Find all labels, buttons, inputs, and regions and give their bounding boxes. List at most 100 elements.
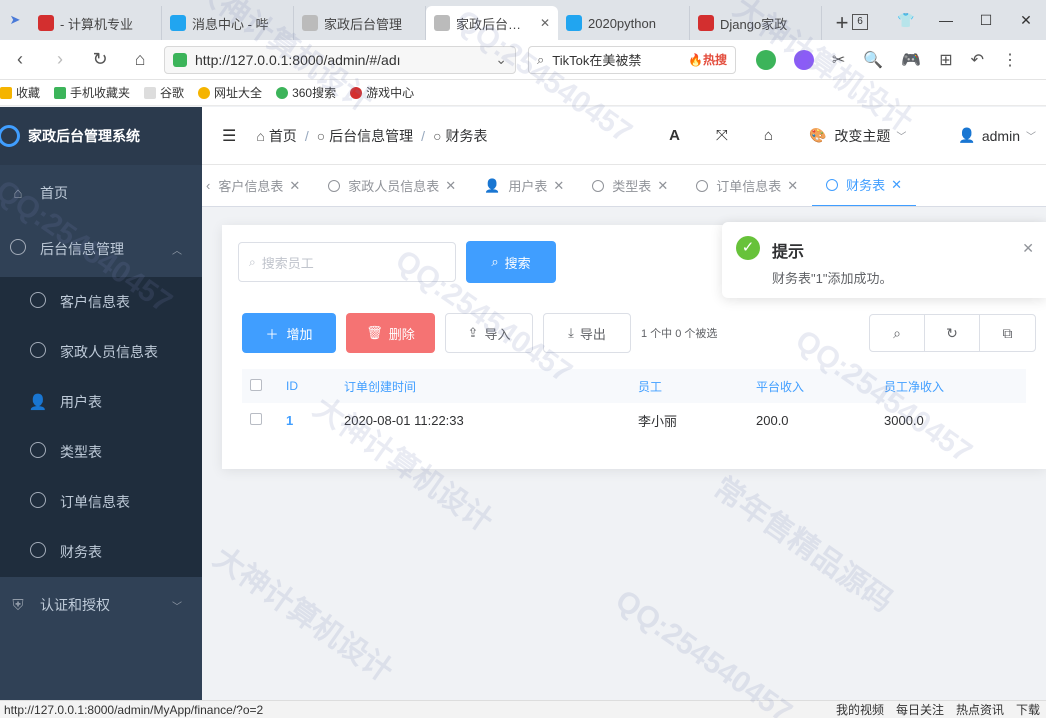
- bookmark-item[interactable]: 游戏中心: [350, 84, 414, 101]
- bookmark-item[interactable]: 360搜索: [276, 84, 336, 101]
- col-id[interactable]: ID: [278, 369, 336, 403]
- font-size-icon[interactable]: A: [669, 127, 680, 144]
- minimize-icon[interactable]: —: [926, 12, 966, 28]
- shield-icon: ⛨: [12, 596, 24, 614]
- browser-nav-icon[interactable]: ➤: [0, 0, 30, 40]
- breadcrumb-group: 后台信息管理: [329, 127, 414, 144]
- user-menu[interactable]: 👤 admin ﹀: [958, 127, 1036, 144]
- chevron-down-icon: ﹀: [896, 132, 907, 143]
- browser-search-input[interactable]: ⌕ TikTok在美被禁 🔥热搜: [528, 45, 736, 74]
- select-all-checkbox[interactable]: [242, 369, 278, 403]
- close-tab-icon[interactable]: ✕: [540, 16, 550, 30]
- add-button[interactable]: ＋增加: [242, 313, 336, 353]
- forward-icon[interactable]: ›: [40, 49, 80, 70]
- fullscreen-icon[interactable]: ⤧: [716, 127, 728, 144]
- status-video[interactable]: 我的视频: [836, 701, 884, 718]
- browser-tab[interactable]: - 计算机专业: [30, 6, 162, 40]
- tag-staff[interactable]: 家政人员信息表 ✕: [314, 165, 470, 206]
- success-notification: ✓ 提示 财务表"1"添加成功。 ✕: [722, 222, 1046, 298]
- row-id-link[interactable]: 1: [286, 413, 293, 428]
- status-follow[interactable]: 每日关注: [896, 701, 944, 718]
- browser-tab[interactable]: 消息中心 - 哔: [162, 6, 294, 40]
- table-tools: ⌕ ↻ ⧉: [869, 314, 1036, 352]
- sidebar-item-home[interactable]: ⌂ 首页: [0, 165, 202, 221]
- tag-users[interactable]: 👤 用户表 ✕: [470, 165, 578, 206]
- sidebar-item-orders[interactable]: 订单信息表: [0, 477, 202, 527]
- col-platform[interactable]: 平台收入: [748, 369, 876, 403]
- chevron-down-icon[interactable]: ⌄: [495, 51, 507, 68]
- close-icon[interactable]: ✕: [289, 178, 300, 194]
- close-icon[interactable]: ✕: [657, 178, 668, 194]
- search-input[interactable]: ⌕ 搜索员工: [238, 242, 456, 282]
- circle-icon: [28, 442, 48, 462]
- col-net[interactable]: 员工净收入: [876, 369, 1026, 403]
- trash-icon: 🗑: [366, 325, 383, 340]
- sidebar-item-customers[interactable]: 客户信息表: [0, 277, 202, 327]
- home-icon[interactable]: ⌂: [764, 127, 773, 144]
- search-button[interactable]: ⌕ 搜索: [466, 241, 556, 283]
- home-icon[interactable]: ⌂: [120, 49, 160, 70]
- tag-types[interactable]: 类型表 ✕: [578, 165, 682, 206]
- apps-grid-icon[interactable]: ⊞: [939, 50, 952, 70]
- close-icon[interactable]: ✕: [891, 177, 902, 193]
- undo-icon[interactable]: ↶: [971, 50, 984, 70]
- row-time: 2020-08-01 11:22:33: [344, 412, 464, 428]
- scissors-icon[interactable]: ✂: [832, 50, 845, 70]
- refresh-icon[interactable]: ↻: [925, 315, 980, 351]
- col-staff[interactable]: 员工: [630, 369, 748, 403]
- more-icon[interactable]: ⋮: [1002, 50, 1018, 70]
- browser-tab[interactable]: Django家政: [690, 6, 822, 40]
- theme-switcher[interactable]: 🎨 改变主题 ﹀: [809, 126, 906, 146]
- tag-customers[interactable]: ‹ 客户信息表 ✕: [202, 165, 314, 206]
- shirt-icon[interactable]: 👕: [886, 12, 926, 29]
- sidebar-item-types[interactable]: 类型表: [0, 427, 202, 477]
- status-bar: http://127.0.0.1:8000/admin/MyApp/financ…: [0, 700, 1046, 718]
- browser-tab[interactable]: 家政后台管理: [294, 6, 426, 40]
- sidebar-item-users[interactable]: 👤 用户表: [0, 377, 202, 427]
- export-button[interactable]: ⤓ 导出: [543, 313, 631, 353]
- col-time[interactable]: 订单创建时间: [336, 369, 630, 403]
- bookmarks-bar: 收藏 手机收藏夹 谷歌 网址大全 360搜索 游戏中心: [0, 80, 1046, 106]
- tab-count-badge[interactable]: 6: [846, 11, 886, 30]
- search-icon: ⌕: [249, 254, 256, 269]
- close-window-icon[interactable]: ✕: [1006, 12, 1046, 29]
- hamburger-icon[interactable]: ☰: [222, 126, 236, 146]
- sidebar-group-auth[interactable]: ⛨ 认证和授权 ﹀: [0, 577, 202, 633]
- close-icon[interactable]: ✕: [1022, 240, 1034, 257]
- sidebar-item-finance[interactable]: 财务表: [0, 527, 202, 577]
- browser-tab-active[interactable]: 家政后台管理 ✕: [426, 6, 558, 40]
- bookmark-item[interactable]: 网址大全: [198, 84, 262, 101]
- close-icon[interactable]: ✕: [445, 178, 456, 194]
- url-input[interactable]: http://127.0.0.1:8000/admin/#/adı ⌄: [164, 45, 516, 74]
- bookmark-item[interactable]: 收藏: [0, 84, 40, 101]
- import-button[interactable]: ⇪ 导入: [445, 313, 533, 353]
- columns-icon[interactable]: ⧉: [980, 315, 1035, 351]
- breadcrumb-home[interactable]: 首页: [269, 126, 297, 146]
- game-icon[interactable]: 🎮: [901, 50, 921, 70]
- bookmark-item[interactable]: 手机收藏夹: [54, 84, 130, 101]
- search-icon[interactable]: ⌕: [870, 315, 925, 351]
- selection-count: 1 个中 0 个被选: [641, 328, 718, 340]
- magnifier-icon[interactable]: 🔍: [863, 50, 883, 70]
- reload-icon[interactable]: ↻: [80, 49, 120, 70]
- delete-button[interactable]: 🗑 删除: [346, 313, 435, 353]
- bookmark-item[interactable]: 谷歌: [144, 84, 184, 101]
- back-icon[interactable]: ‹: [0, 49, 40, 70]
- user-icon: 👤: [958, 127, 976, 143]
- sidebar-item-staff[interactable]: 家政人员信息表: [0, 327, 202, 377]
- sidebar-group-backend[interactable]: 后台信息管理 ︿: [0, 221, 202, 277]
- tag-finance[interactable]: 财务表 ✕: [812, 165, 917, 206]
- translate-icon[interactable]: [794, 49, 814, 70]
- maximize-icon[interactable]: ☐: [966, 12, 1006, 29]
- check-circle-icon: ✓: [736, 236, 760, 260]
- tab-favicon: [38, 15, 54, 31]
- close-icon[interactable]: ✕: [553, 178, 564, 194]
- status-news[interactable]: 热点资讯: [956, 701, 1004, 718]
- extension-icon[interactable]: [756, 49, 776, 70]
- chevron-up-icon: ︿: [172, 245, 182, 257]
- close-icon[interactable]: ✕: [787, 178, 798, 194]
- row-checkbox[interactable]: [242, 403, 278, 437]
- status-download[interactable]: 下载: [1016, 701, 1040, 718]
- tag-orders[interactable]: 订单信息表 ✕: [682, 165, 812, 206]
- browser-tab[interactable]: 2020python: [558, 6, 690, 40]
